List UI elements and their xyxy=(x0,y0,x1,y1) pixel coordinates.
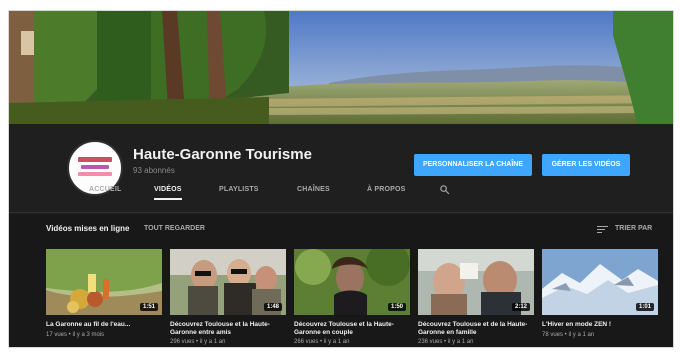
sort-label: TRIER PAR xyxy=(615,225,653,232)
video-duration: 1:51 xyxy=(139,303,158,311)
video-duration: 1:48 xyxy=(263,303,282,311)
video-title[interactable]: Découvrez Toulouse et la Haute-Garonne e… xyxy=(170,321,284,337)
subscriber-count: 93 abonnés xyxy=(133,166,175,175)
video-grid: 1:51 La Garonne au fil de l'eau... 17 vu… xyxy=(46,249,666,347)
video-thumbnail[interactable]: 2:12 xyxy=(418,249,534,315)
video-title[interactable]: Découvrez Toulouse et la Haute-Garonne e… xyxy=(294,321,408,337)
video-duration: 1:50 xyxy=(387,303,406,311)
tab-playlists[interactable]: PLAYLISTS xyxy=(219,186,259,193)
video-title[interactable]: La Garonne au fil de l'eau... xyxy=(46,321,160,329)
manage-videos-button[interactable]: GÉRER LES VIDÉOS xyxy=(542,154,630,176)
banner-landscape-image xyxy=(9,11,673,124)
youtube-channel-page: Haute-Garonne Tourisme 93 abonnés PERSON… xyxy=(8,10,674,348)
channel-banner xyxy=(9,11,673,124)
video-meta: 17 vues • il y a 3 mois xyxy=(46,332,105,338)
video-card[interactable]: 1:51 La Garonne au fil de l'eau... 17 vu… xyxy=(46,249,162,347)
video-thumbnail[interactable]: 1:51 xyxy=(46,249,162,315)
channel-name: Haute-Garonne Tourisme xyxy=(133,146,312,163)
sort-icon xyxy=(597,226,608,233)
section-title: Vidéos mises en ligne xyxy=(46,224,130,233)
video-duration: 1:01 xyxy=(635,303,654,311)
video-title[interactable]: L'Hiver en mode ZEN ! xyxy=(542,321,656,329)
video-card[interactable]: 1:01 L'Hiver en mode ZEN ! 78 vues • il … xyxy=(542,249,658,347)
video-card[interactable]: 1:48 Découvrez Toulouse et la Haute-Garo… xyxy=(170,249,286,347)
video-thumbnail[interactable]: 1:01 xyxy=(542,249,658,315)
video-thumbnail[interactable]: 1:50 xyxy=(294,249,410,315)
tab-channels[interactable]: CHAÎNES xyxy=(297,186,330,193)
sort-button[interactable]: TRIER PAR xyxy=(597,224,657,235)
tab-home[interactable]: ACCUEIL xyxy=(89,186,122,193)
search-icon[interactable] xyxy=(439,184,450,195)
video-card[interactable]: 1:50 Découvrez Toulouse et la Haute-Garo… xyxy=(294,249,410,347)
video-meta: 236 vues • il y a 1 an xyxy=(418,339,474,345)
tabs-divider xyxy=(9,212,673,213)
channel-logo-icon xyxy=(78,157,112,179)
tab-about[interactable]: À PROPOS xyxy=(367,186,406,193)
video-duration: 2:12 xyxy=(511,303,530,311)
tab-videos[interactable]: VIDÉOS xyxy=(154,186,182,200)
video-title[interactable]: Découvrez Toulouse et de la Haute-Garonn… xyxy=(418,321,532,337)
video-meta: 296 vues • il y a 1 an xyxy=(170,339,226,345)
customize-channel-button[interactable]: PERSONNALISER LA CHAÎNE xyxy=(414,154,532,176)
play-all-button[interactable]: TOUT REGARDER xyxy=(144,225,205,232)
video-meta: 266 vues • il y a 1 an xyxy=(294,339,350,345)
channel-tabs: ACCUEIL VIDÉOS PLAYLISTS CHAÎNES À PROPO… xyxy=(71,184,631,204)
video-meta: 78 vues • il y a 1 an xyxy=(542,332,595,338)
video-thumbnail[interactable]: 1:48 xyxy=(170,249,286,315)
video-card[interactable]: 2:12 Découvrez Toulouse et de la Haute-G… xyxy=(418,249,534,347)
